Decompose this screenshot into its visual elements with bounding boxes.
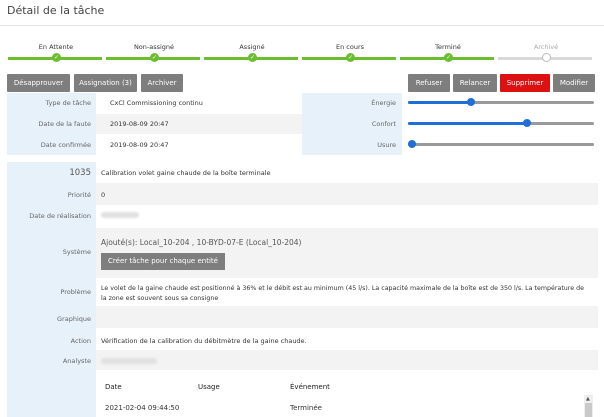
events-header-date: Date [105, 383, 122, 391]
events-header-event: Événement [290, 383, 330, 391]
detail-row-stripe [96, 306, 598, 328]
problem-label: Problème [60, 288, 91, 296]
fault-date-label: Date de la faute [38, 120, 91, 128]
redacted-value [101, 358, 157, 364]
refuse-button[interactable]: Refuser [408, 74, 450, 92]
disapprove-button[interactable]: Désapprouver [7, 74, 70, 92]
slider-knob[interactable] [467, 98, 476, 106]
task-type-label: Type de tâche [45, 99, 91, 107]
step-label: Non-assigné [133, 43, 175, 51]
step-termine: Terminé ✓ [400, 42, 496, 64]
check-icon: ✓ [346, 53, 355, 62]
slider-knob[interactable] [408, 140, 416, 148]
graph-label: Graphique [57, 315, 91, 323]
task-id: 1035 [69, 168, 91, 178]
step-label: Terminé [435, 43, 461, 51]
realisation-date-label: Date de réalisation [29, 212, 91, 220]
step-assigne: Assigné ✓ [204, 42, 300, 64]
page-title: Détail de la tâche [7, 4, 105, 17]
redacted-value [101, 212, 139, 218]
comfort-slider[interactable] [408, 119, 594, 127]
step-en-cours: En cours ✓ [302, 42, 398, 64]
fault-date-value: 2019-08-09 20:47 [110, 120, 169, 128]
system-label: Système [62, 248, 91, 256]
step-label: Assigné [239, 43, 265, 51]
step-label: En Attente [38, 43, 74, 51]
scroll-thumb[interactable] [585, 403, 592, 417]
relaunch-button[interactable]: Relancer [453, 74, 497, 92]
step-non-assigne: Non-assigné ✓ [106, 42, 202, 64]
detail-row-stripe [96, 183, 598, 205]
check-icon: ✓ [248, 53, 257, 62]
energy-slider[interactable] [408, 98, 594, 106]
detail-row-stripe [96, 350, 598, 370]
step-label: En cours [335, 43, 365, 51]
assignation-button[interactable]: Assignation (3) [74, 74, 137, 92]
events-scrollbar[interactable]: ▲ [584, 395, 593, 417]
step-en-attente: En Attente ✓ [8, 42, 104, 64]
wear-slider[interactable] [408, 140, 594, 148]
action-value: Vérification de la calibration du débitm… [101, 337, 307, 345]
wear-label: Usure [377, 141, 396, 149]
table-row-event: Terminée [290, 404, 322, 412]
system-value: Ajouté(s): Local_10-204 , 10-BYD-07-E (L… [101, 238, 302, 247]
status-steps: En Attente ✓ Non-assigné ✓ Assigné ✓ En … [8, 42, 603, 64]
energy-label: Énergie [371, 99, 396, 107]
events-header-usage: Usage [198, 383, 220, 391]
modify-button[interactable]: Modifier [553, 74, 595, 92]
archive-button[interactable]: Archiver [141, 74, 183, 92]
confirmed-date-label: Date confirmée [40, 141, 91, 149]
empty-circle-icon [542, 53, 551, 62]
confirmed-date-value: 2019-08-09 20:47 [110, 141, 169, 149]
task-name: Calibration volet gaine chaude de la boî… [101, 169, 271, 177]
slider-fill [408, 122, 528, 125]
check-icon: ✓ [52, 53, 61, 62]
table-row-date: 2021-02-04 09:44:50 [105, 404, 180, 412]
step-archive: Archivé [498, 42, 594, 64]
problem-value: Le volet de la gaine chaude est position… [101, 285, 584, 302]
slider-fill [408, 101, 472, 104]
priority-value: 0 [101, 191, 106, 199]
comfort-label: Confort [371, 120, 396, 128]
slider-knob[interactable] [523, 119, 532, 127]
priority-label: Priorité [67, 191, 91, 199]
action-label: Action [70, 337, 91, 345]
check-icon: ✓ [150, 53, 159, 62]
step-label: Archivé [533, 43, 559, 51]
check-icon: ✓ [444, 53, 453, 62]
title-divider [0, 25, 604, 26]
create-task-per-entity-button[interactable]: Créer tâche pour chaque entité [101, 253, 225, 270]
task-type-value: CxCl Commissioning continu [110, 99, 203, 107]
scroll-up-icon[interactable]: ▲ [586, 396, 590, 402]
analyst-label: Analyste [62, 357, 91, 365]
delete-button[interactable]: Supprimer [500, 74, 550, 92]
